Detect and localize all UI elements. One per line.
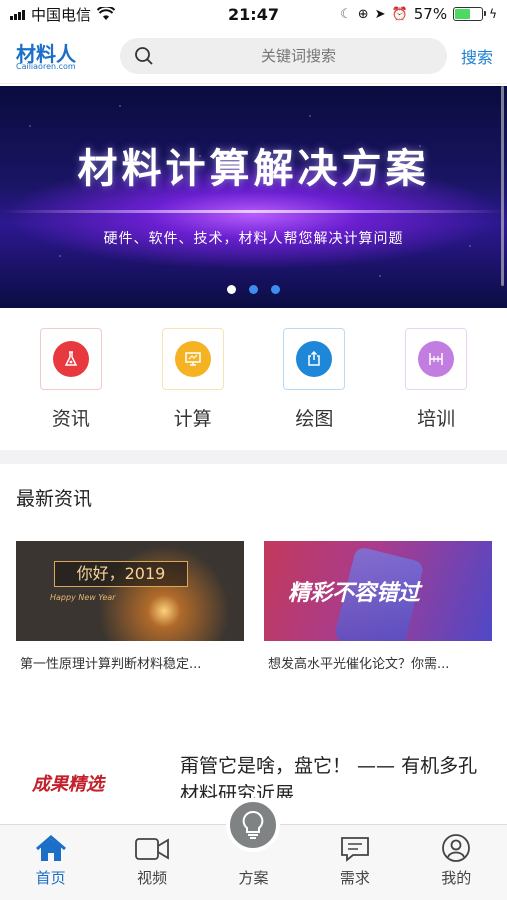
logo[interactable]: 材料人 Cailiaoren.com [14,36,106,76]
thumbnail-subtext: Happy New Year [50,593,116,602]
signal-icon [10,8,25,20]
section-divider [0,450,507,464]
article-row[interactable]: 成果精选 甭管它是啥，盘它！ —— 有机多孔材料研究近展 [16,752,492,798]
banner-glow [0,210,507,213]
tab-label: 我的 [441,869,472,887]
board-icon [418,341,455,377]
scrollbar [501,86,504,286]
banner-title: 材料计算解决方案 [77,146,430,192]
tab-profile[interactable]: 我的 [411,833,501,888]
carousel-dot[interactable] [249,285,258,294]
battery-fill [455,9,470,19]
category-label: 资讯 [51,408,90,430]
tab-video[interactable]: 视频 [107,835,197,888]
section-title: 最新资讯 [16,488,93,510]
category-icon-box [283,328,346,390]
moon-icon: ☾ [340,6,352,22]
tab-home[interactable]: 首页 [6,835,96,888]
banner-carousel[interactable]: 材料计算解决方案 硬件、软件、技术，材料人帮您解决计算问题 [0,86,507,308]
news-thumbnail: 你好，2019 Happy New Year [16,541,244,641]
category-label: 计算 [173,408,212,430]
thumbnail-text: 你好，2019 [54,561,188,587]
category-news[interactable]: 资讯 [16,316,126,448]
tab-label: 首页 [35,869,66,887]
tab-demand[interactable]: 需求 [310,835,400,888]
battery-icon [453,7,487,21]
video-icon [135,838,169,860]
search-button[interactable]: 搜索 [461,44,493,68]
location-icon: ➤ [374,6,386,22]
article-thumbnail: 成果精选 [16,752,166,798]
rotation-lock-icon: ⊕ [357,6,369,22]
thumbnail-text: 精彩不容错过 [288,581,421,606]
search-input[interactable] [164,46,433,65]
status-left: 中国电信 [10,4,116,25]
search-bar[interactable] [120,37,447,74]
tab-label: 需求 [339,869,370,887]
category-label: 绘图 [295,408,334,430]
monitor-icon [174,341,211,377]
charging-icon: ϟ [489,7,497,21]
flask-icon [52,341,89,377]
news-card[interactable]: 你好，2019 Happy New Year 第一性原理计算判断材料稳定... [16,541,244,672]
status-bar: 中国电信 21:47 ☾ ⊕ ➤ ⏰ 57% ϟ [0,0,507,28]
carousel-dot[interactable] [227,285,236,294]
carrier-label: 中国电信 [31,5,92,24]
wifi-icon [97,7,116,20]
category-training[interactable]: 培训 [381,316,491,448]
status-right: ☾ ⊕ ➤ ⏰ 57% ϟ [340,5,497,23]
logo-subtext: Cailiaoren.com [16,61,76,71]
news-grid: 你好，2019 Happy New Year 第一性原理计算判断材料稳定... … [16,541,492,672]
carousel-dots [0,285,507,294]
news-caption: 想发高水平光催化论文？你需... [268,657,450,672]
banner-subtitle: 硬件、软件、技术，材料人帮您解决计算问题 [103,231,404,247]
thumbnail-text: 成果精选 [32,774,104,795]
news-thumbnail: 精彩不容错过 [264,541,492,641]
battery-percent: 57% [413,5,448,23]
tab-label: 视频 [137,869,168,887]
home-icon [35,835,66,861]
category-compute[interactable]: 计算 [138,316,248,448]
tab-label: 方案 [238,869,269,887]
carousel-dot[interactable] [271,285,280,294]
app-header: 材料人 Cailiaoren.com 搜索 [0,28,507,84]
category-icon-box [405,328,468,390]
user-icon [442,834,471,862]
solution-fab-button[interactable] [226,798,280,852]
lightbulb-icon [242,810,264,839]
news-caption: 第一性原理计算判断材料稳定... [20,657,202,672]
category-drawing[interactable]: 绘图 [259,316,369,448]
category-icon-box [161,328,224,390]
export-icon [296,341,333,377]
alarm-icon: ⏰ [391,6,408,22]
category-label: 培训 [417,408,456,430]
banner-background [0,86,507,308]
category-icon-box [39,328,102,390]
news-card[interactable]: 精彩不容错过 想发高水平光催化论文？你需... [264,541,492,672]
chat-icon [340,837,369,862]
category-grid: 资讯 计算 绘图 培训 [0,316,507,448]
article-title: 甭管它是啥，盘它！ —— 有机多孔材料研究近展 [180,755,478,798]
search-icon [135,46,153,65]
